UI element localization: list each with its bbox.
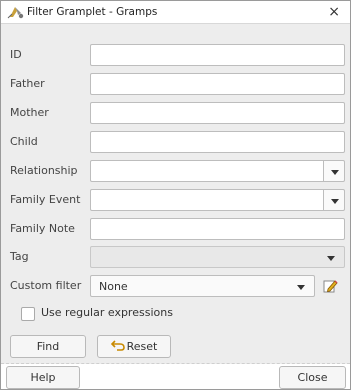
family-note-label: Family Note xyxy=(10,222,75,235)
regex-checkbox-label: Use regular expressions xyxy=(41,306,173,319)
dialog-footer: Help Close xyxy=(1,364,350,389)
family-event-input[interactable] xyxy=(90,189,324,211)
family-note-row: Family Note xyxy=(1,218,350,242)
custom-filter-row: Custom filter None xyxy=(1,275,350,299)
id-label: ID xyxy=(10,48,22,61)
relationship-label: Relationship xyxy=(10,164,78,177)
father-row: Father xyxy=(1,73,350,97)
family-event-row: Family Event xyxy=(1,189,350,213)
close-button-label: Close xyxy=(297,371,328,384)
relationship-dropdown-button[interactable] xyxy=(323,160,345,182)
filter-gramplet-window: Filter Gramplet - Gramps × ID Father Mot… xyxy=(0,0,351,390)
chevron-down-icon xyxy=(297,285,305,290)
tag-row: Tag xyxy=(1,246,350,270)
help-button[interactable]: Help xyxy=(6,366,80,389)
mother-row: Mother xyxy=(1,102,350,126)
reset-button[interactable]: Reset xyxy=(97,335,171,358)
relationship-row: Relationship xyxy=(1,160,350,184)
filter-form: ID Father Mother Child Relationship Fami… xyxy=(1,24,350,364)
window-title: Filter Gramplet - Gramps xyxy=(27,6,158,18)
mother-label: Mother xyxy=(10,106,49,119)
find-button[interactable]: Find xyxy=(10,335,86,358)
find-button-label: Find xyxy=(36,340,60,353)
family-note-input[interactable] xyxy=(90,218,345,240)
id-input[interactable] xyxy=(90,44,345,66)
custom-filter-label: Custom filter xyxy=(10,279,82,292)
chevron-down-icon xyxy=(331,170,339,175)
chevron-down-icon xyxy=(331,199,339,204)
custom-filter-select[interactable]: None xyxy=(90,275,315,297)
father-label: Father xyxy=(10,77,45,90)
relationship-input[interactable] xyxy=(90,160,324,182)
close-button[interactable]: Close xyxy=(279,366,346,389)
child-row: Child xyxy=(1,131,350,155)
mother-input[interactable] xyxy=(90,102,345,124)
tag-select[interactable] xyxy=(90,246,345,268)
id-row: ID xyxy=(1,44,350,68)
help-button-label: Help xyxy=(30,371,56,384)
reset-button-label: Reset xyxy=(126,340,158,353)
undo-arrow-icon xyxy=(110,337,125,358)
child-label: Child xyxy=(10,135,38,148)
custom-filter-value: None xyxy=(99,280,128,293)
title-bar: Filter Gramplet - Gramps × xyxy=(1,1,350,24)
regex-checkbox[interactable] xyxy=(21,307,35,321)
tag-label: Tag xyxy=(10,250,29,263)
edit-pencil-icon[interactable] xyxy=(322,278,338,294)
gramps-app-icon xyxy=(7,4,25,20)
child-input[interactable] xyxy=(90,131,345,153)
family-event-label: Family Event xyxy=(10,193,81,206)
close-window-icon[interactable]: × xyxy=(328,4,340,20)
chevron-down-icon xyxy=(327,256,335,261)
family-event-dropdown-button[interactable] xyxy=(323,189,345,211)
father-input[interactable] xyxy=(90,73,345,95)
